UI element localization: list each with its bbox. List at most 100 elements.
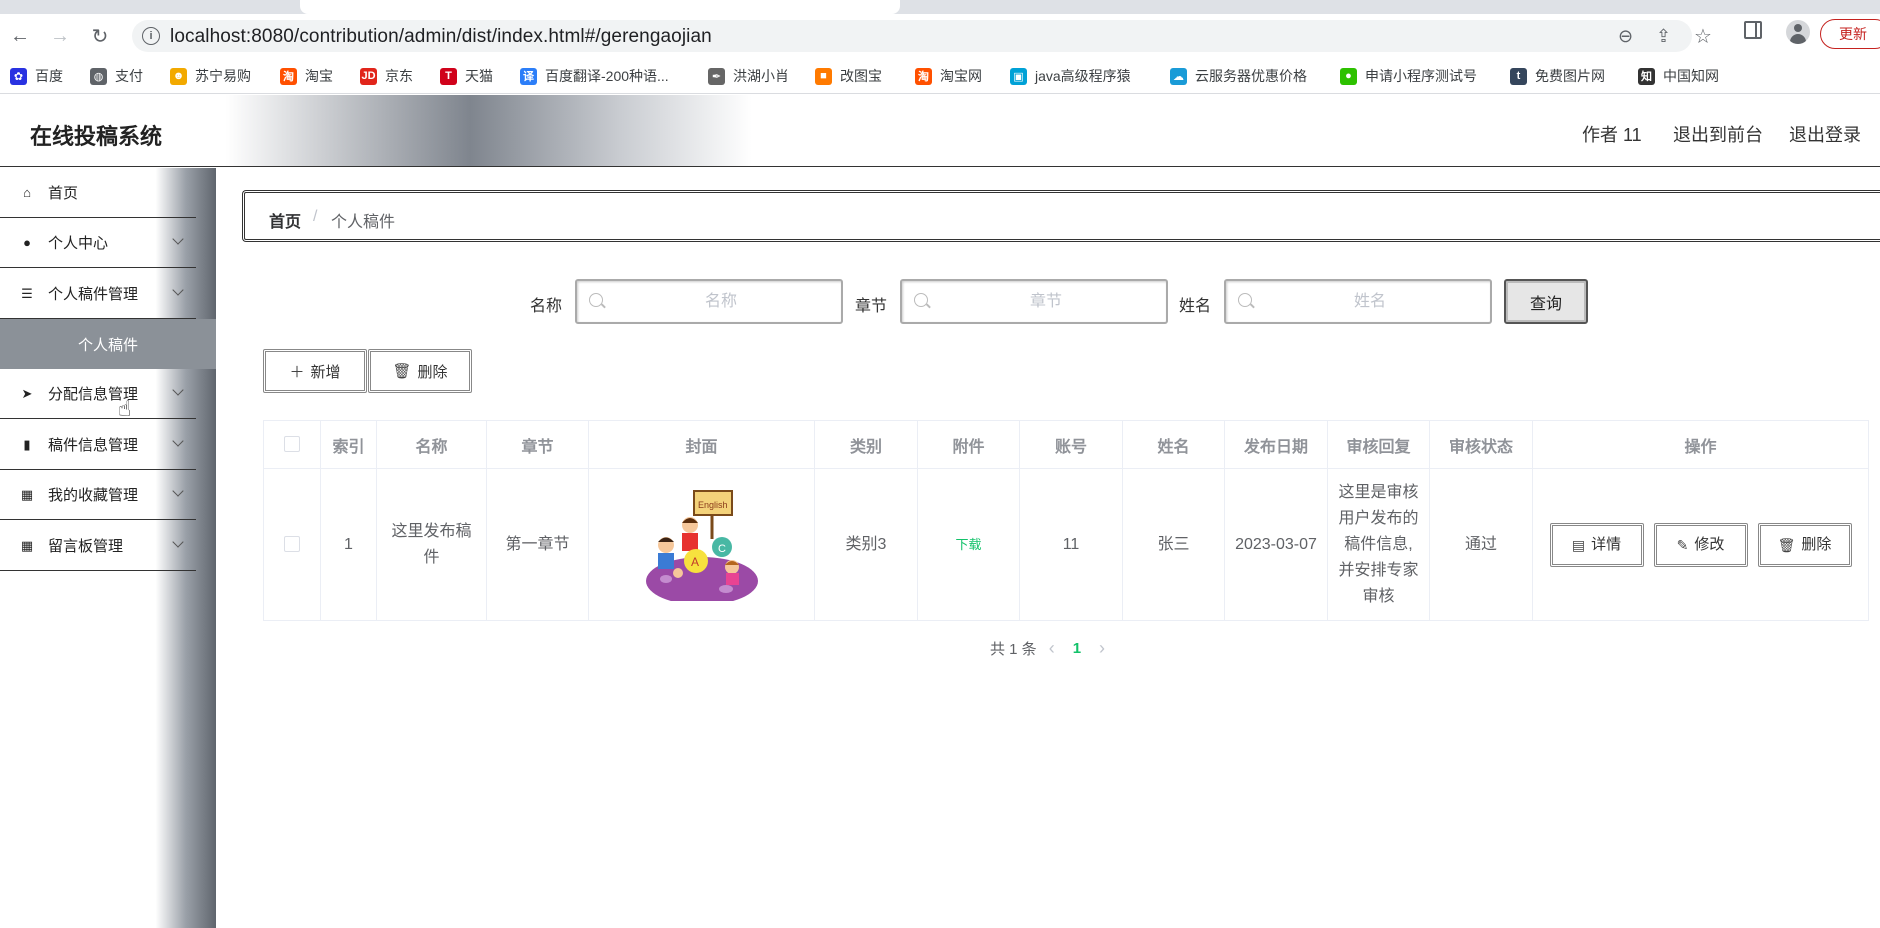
sidebar-item-label: 个人中心 bbox=[48, 235, 109, 252]
back-icon[interactable]: ← bbox=[6, 22, 34, 50]
column-header: 操作 bbox=[1532, 420, 1869, 469]
delete-row-label: 删除 bbox=[1801, 535, 1832, 553]
search-name-field[interactable] bbox=[575, 279, 843, 324]
browser-tab-strip bbox=[0, 0, 1880, 14]
share-icon[interactable]: ⇪ bbox=[1656, 26, 1671, 47]
bookmark-item[interactable]: t 免费图片网 bbox=[1510, 66, 1605, 86]
search-chapter-input[interactable] bbox=[936, 281, 1156, 322]
query-button[interactable]: 查询 bbox=[1504, 279, 1588, 324]
bookmark-item[interactable]: JD 京东 bbox=[360, 66, 413, 86]
bookmark-item[interactable]: ■ 改图宝 bbox=[815, 66, 882, 86]
cover-sign-text: English bbox=[698, 500, 728, 510]
user-icon: ● bbox=[23, 235, 31, 250]
bookmark-item[interactable]: ✒ 洪湖小肖 bbox=[708, 66, 789, 86]
search-chapter-field[interactable] bbox=[900, 279, 1168, 324]
add-button-label: 新增 bbox=[310, 363, 341, 381]
column-header: 审核回复 bbox=[1327, 420, 1430, 469]
bookmark-item[interactable]: ◍ 支付 bbox=[90, 66, 143, 86]
site-info-icon[interactable]: i bbox=[142, 27, 160, 45]
bookmark-item[interactable]: ✿ 百度 bbox=[10, 66, 63, 86]
bookmark-item[interactable]: ☁ 云服务器优惠价格 bbox=[1170, 66, 1307, 86]
chevron-down-icon bbox=[172, 485, 184, 497]
svg-text:C: C bbox=[718, 543, 726, 555]
column-header: 审核状态 bbox=[1429, 420, 1533, 469]
cover-image: English A C bbox=[645, 488, 758, 601]
sidebar-item-manuscript-management[interactable]: ☰ 个人稿件管理 bbox=[0, 269, 196, 319]
document-icon: ▤ bbox=[1571, 536, 1586, 553]
send-icon: ➤ bbox=[21, 385, 33, 401]
sidebar-item-message-board-management[interactable]: ▦ 留言板管理 bbox=[0, 521, 196, 571]
bookmark-star-icon[interactable]: ☆ bbox=[1694, 24, 1712, 49]
sidebar: ⌂ 首页 ● 个人中心 ☰ 个人稿件管理 个人稿件 ➤ 分配信息管理 ▮ 稿件信息管理 ▦… bbox=[0, 168, 216, 928]
column-header: 类别 bbox=[814, 420, 918, 469]
address-bar[interactable]: i localhost:8080/contribution/admin/dist… bbox=[132, 20, 1712, 52]
bookmark-item[interactable]: 淘淘宝网 bbox=[915, 66, 982, 86]
column-header: 章节 bbox=[486, 420, 589, 469]
browser-active-tab[interactable] bbox=[300, 0, 900, 14]
exit-to-front-link[interactable]: 退出到前台 bbox=[1673, 121, 1763, 147]
sidebar-subitem-personal-manuscript[interactable]: 个人稿件 bbox=[0, 319, 216, 369]
address-url[interactable]: localhost:8080/contribution/admin/dist/i… bbox=[170, 26, 712, 48]
zoom-icon[interactable]: ⊖ bbox=[1618, 26, 1633, 47]
sidebar-item-home[interactable]: ⌂ 首页 bbox=[0, 168, 196, 218]
download-link[interactable]: 下载 bbox=[955, 537, 981, 552]
browser-update-button[interactable]: 更新 bbox=[1820, 19, 1880, 49]
column-header: 名称 bbox=[376, 420, 487, 469]
trash-icon: 🗑 bbox=[392, 363, 412, 380]
batch-delete-label: 删除 bbox=[417, 363, 448, 381]
bookmark-item[interactable]: ☻ 苏宁易购 bbox=[170, 66, 251, 86]
forward-icon[interactable]: → bbox=[46, 22, 74, 50]
sidebar-item-favorites-management[interactable]: ▦ 我的收藏管理 bbox=[0, 470, 196, 520]
next-page-icon[interactable]: › bbox=[1099, 638, 1105, 659]
bookmark-item[interactable]: 译百度翻译-200种语... bbox=[520, 66, 669, 86]
bookmark-item[interactable]: 淘淘宝 bbox=[280, 66, 333, 86]
bookmark-label: 云服务器优惠价格 bbox=[1195, 68, 1307, 84]
sidebar-item-manuscript-info-management[interactable]: ▮ 稿件信息管理 bbox=[0, 420, 196, 470]
home-icon: ⌂ bbox=[23, 185, 31, 200]
sidebar-item-assignment-management[interactable]: ➤ 分配信息管理 bbox=[0, 369, 196, 419]
bookmarks-bar: ✿ 百度 ◍ 支付 ☻ 苏宁易购 淘淘宝 JD 京东 T 天猫 译百度翻译-200种语... ✒ 洪湖小肖… bbox=[0, 58, 1880, 94]
row-checkbox[interactable] bbox=[284, 536, 300, 553]
sidebar-item-personal-center[interactable]: ● 个人中心 bbox=[0, 218, 196, 268]
add-button[interactable]: ＋ 新增 bbox=[263, 349, 367, 393]
detail-button[interactable]: ▤ 详情 bbox=[1549, 522, 1644, 567]
logout-link[interactable]: 退出登录 bbox=[1789, 121, 1861, 147]
column-header: 姓名 bbox=[1122, 420, 1225, 469]
select-all-checkbox[interactable] bbox=[284, 436, 300, 453]
search-name-input[interactable] bbox=[611, 281, 831, 322]
search-person-input[interactable] bbox=[1260, 281, 1480, 322]
bookmark-label: 改图宝 bbox=[840, 68, 882, 84]
prev-page-icon[interactable]: ‹ bbox=[1049, 638, 1055, 659]
delete-row-button[interactable]: 🗑 删除 bbox=[1757, 522, 1852, 567]
tmall-icon: T bbox=[440, 67, 457, 85]
search-icon bbox=[589, 293, 603, 307]
search-name-label: 名称 bbox=[530, 298, 563, 315]
bookmark-item[interactable]: T 天猫 bbox=[440, 66, 493, 86]
search-icon bbox=[914, 293, 928, 307]
search-person-label: 姓名 bbox=[1179, 298, 1212, 315]
bookmark-label: 洪湖小肖 bbox=[733, 68, 789, 84]
batch-delete-button[interactable]: 🗑 删除 bbox=[368, 349, 472, 393]
breadcrumb-home[interactable]: 首页 bbox=[269, 208, 301, 232]
sidebar-item-label: 个人稿件管理 bbox=[48, 286, 139, 303]
bookmark-item[interactable]: ● 申请小程序测试号 bbox=[1340, 66, 1477, 86]
taobao-icon: 淘 bbox=[915, 67, 932, 85]
reload-icon[interactable]: ↻ bbox=[86, 22, 114, 50]
list-icon: ☰ bbox=[21, 285, 33, 301]
cell-review-reply: 这里是审核用户发布的稿件信息,并安排专家审核 bbox=[1327, 468, 1430, 621]
bookmark-label: 百度 bbox=[35, 68, 63, 84]
bookmark-item[interactable]: 知中国知网 bbox=[1638, 66, 1719, 86]
edit-button-label: 修改 bbox=[1694, 535, 1725, 553]
taobao-icon: 淘 bbox=[280, 67, 297, 85]
search-person-field[interactable] bbox=[1224, 279, 1492, 324]
page-number[interactable]: 1 bbox=[1073, 640, 1081, 657]
side-panel-icon[interactable] bbox=[1744, 21, 1762, 39]
cell-name: 这里发布稿件 bbox=[376, 468, 487, 621]
cloud-icon: ☁ bbox=[1170, 67, 1187, 85]
bookmark-label: 苏宁易购 bbox=[195, 68, 251, 84]
profile-avatar-icon[interactable] bbox=[1786, 20, 1810, 44]
edit-button[interactable]: ✎ 修改 bbox=[1653, 522, 1748, 567]
column-header: 索引 bbox=[320, 420, 377, 469]
bookmark-item[interactable]: ▣ java高级程序猿 bbox=[1010, 66, 1131, 86]
table-row: 1 这里发布稿件 第一章节 English A C 类别3 下载 11 张三 2… bbox=[263, 468, 1869, 621]
